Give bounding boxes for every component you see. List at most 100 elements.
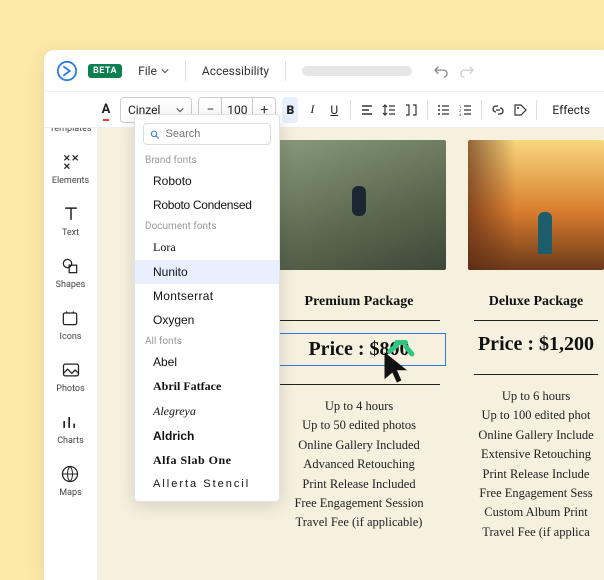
undo-button[interactable] <box>434 64 448 78</box>
sidebar-item-shapes[interactable]: Shapes <box>56 256 86 290</box>
sidebar-item-maps[interactable]: Maps <box>59 464 81 498</box>
history-controls <box>434 64 474 78</box>
font-section-header: Brand fonts <box>135 151 279 169</box>
feature-line: Online Gallery Include <box>468 426 604 445</box>
left-sidebar: Templates Elements Text Shapes Icons Pho… <box>44 92 98 580</box>
feature-line: Online Gallery Included <box>272 436 446 455</box>
divider <box>278 320 440 321</box>
tag-button[interactable] <box>512 97 528 123</box>
chevron-down-icon <box>161 67 169 75</box>
beta-badge: BETA <box>88 64 122 78</box>
file-menu[interactable]: File <box>132 60 175 82</box>
feature-line: Travel Fee (if applicable) <box>272 513 446 532</box>
card-photo[interactable] <box>468 140 604 270</box>
number-list-button[interactable]: 123 <box>457 97 473 123</box>
font-option[interactable]: Alegreya <box>135 399 279 424</box>
italic-button[interactable]: I <box>304 97 320 123</box>
separator <box>536 100 537 120</box>
text-color-button[interactable]: A <box>98 97 114 123</box>
text-toolbar: A Cinzel − 100 + B I U 123 Effects <box>44 92 604 128</box>
feature-line: Print Release Include <box>468 465 604 484</box>
feature-line: Extensive Retouching <box>468 445 604 464</box>
card-features[interactable]: Up to 4 hours Up to 50 edited photos Onl… <box>272 397 446 533</box>
feature-line: Up to 50 edited photos <box>272 416 446 435</box>
feature-line: Free Engagement Sess <box>468 484 604 503</box>
card-title[interactable]: Premium Package <box>272 294 446 310</box>
app-window: BETA File Accessibility Templates Elemen… <box>44 50 604 580</box>
separator <box>350 100 351 120</box>
svg-text:3: 3 <box>459 112 461 117</box>
font-option[interactable]: Allerta Stencil <box>135 473 279 495</box>
sidebar-label: Shapes <box>56 280 86 290</box>
font-option[interactable]: Aldrich <box>135 424 279 448</box>
spacing-button[interactable] <box>403 97 419 123</box>
accessibility-menu[interactable]: Accessibility <box>196 60 275 82</box>
font-option[interactable]: Nunito <box>135 260 279 284</box>
bold-button[interactable]: B <box>282 97 298 123</box>
photos-icon <box>61 360 81 380</box>
title-placeholder[interactable] <box>302 66 412 76</box>
chevron-down-icon <box>176 106 184 114</box>
separator <box>285 61 286 81</box>
logo-icon <box>56 60 78 82</box>
font-option[interactable]: Roboto Condensed <box>135 193 279 217</box>
icons-icon <box>60 308 80 328</box>
feature-line: Custom Album Print <box>468 503 604 522</box>
separator <box>481 100 482 120</box>
topbar: BETA File Accessibility <box>44 50 604 92</box>
sidebar-item-elements[interactable]: Elements <box>52 152 89 186</box>
font-option[interactable]: Alfa Slab One <box>135 448 279 473</box>
sidebar-label: Charts <box>57 436 84 446</box>
sidebar-label: Elements <box>52 176 89 186</box>
font-section-header: Document fonts <box>135 217 279 235</box>
effects-button[interactable]: Effects <box>544 103 598 117</box>
sidebar-label: Icons <box>60 332 82 342</box>
feature-line: Advanced Retouching <box>272 455 446 474</box>
sidebar-item-icons[interactable]: Icons <box>60 308 82 342</box>
file-menu-label: File <box>138 64 157 78</box>
card-price[interactable]: Price : $800 <box>272 333 446 366</box>
redo-button[interactable] <box>460 64 474 78</box>
sidebar-label: Text <box>62 228 79 238</box>
font-search[interactable] <box>143 123 271 145</box>
charts-icon <box>60 412 80 432</box>
divider <box>474 374 598 375</box>
underline-button[interactable]: U <box>326 97 342 123</box>
feature-line: Free Engagement Session <box>272 494 446 513</box>
card-title[interactable]: Deluxe Package <box>468 294 604 310</box>
card-features[interactable]: Up to 6 hours Up to 100 edited phot Onli… <box>468 387 604 542</box>
feature-line: Up to 4 hours <box>272 397 446 416</box>
feature-line: Up to 100 edited phot <box>468 406 604 425</box>
font-option[interactable]: Roboto <box>135 169 279 193</box>
package-card-deluxe: Deluxe Package Price : $1,200 Up to 6 ho… <box>468 140 604 542</box>
font-option[interactable]: Oxygen <box>135 308 279 332</box>
font-option[interactable]: Abril Fatface <box>135 374 279 399</box>
package-card-premium: Premium Package Price : $800 Up to 4 hou… <box>272 140 446 542</box>
font-section-header: All fonts <box>135 332 279 350</box>
bullet-list-button[interactable] <box>435 97 451 123</box>
align-button[interactable] <box>359 97 375 123</box>
line-height-button[interactable] <box>381 97 397 123</box>
font-search-input[interactable] <box>166 128 265 140</box>
font-dropdown: Brand fonts Roboto Roboto Condensed Docu… <box>134 114 280 502</box>
divider <box>474 320 598 321</box>
shapes-icon <box>60 256 80 276</box>
cursor-indicator <box>380 350 416 389</box>
card-price[interactable]: Price : $1,200 <box>468 333 604 356</box>
card-photo[interactable] <box>272 140 446 270</box>
separator <box>185 61 186 81</box>
sidebar-item-photos[interactable]: Photos <box>56 360 84 394</box>
text-icon <box>61 204 81 224</box>
sidebar-item-text[interactable]: Text <box>61 204 81 238</box>
feature-line: Print Release Included <box>272 475 446 494</box>
elements-icon <box>61 152 81 172</box>
font-option[interactable]: Abel <box>135 350 279 374</box>
maps-icon <box>60 464 80 484</box>
font-option[interactable]: Lora <box>135 235 279 260</box>
feature-line: Up to 6 hours <box>468 387 604 406</box>
font-option[interactable]: Montserrat <box>135 284 279 308</box>
link-button[interactable] <box>490 97 506 123</box>
accessibility-label: Accessibility <box>202 64 269 78</box>
sidebar-item-charts[interactable]: Charts <box>57 412 84 446</box>
feature-line: Travel Fee (if applica <box>468 523 604 542</box>
